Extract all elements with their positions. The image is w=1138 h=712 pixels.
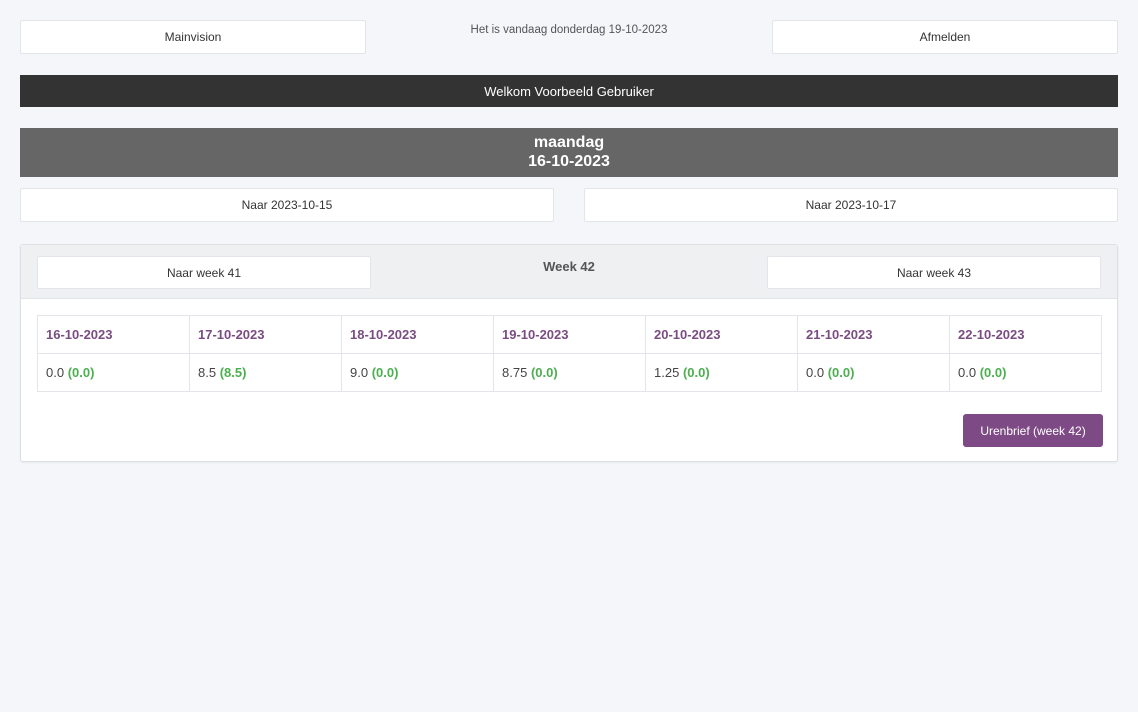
hours-cell: 0.0 (0.0) bbox=[37, 353, 190, 392]
hours-value: 1.25 bbox=[654, 365, 680, 380]
day-date-cell[interactable]: 20-10-2023 bbox=[645, 315, 798, 354]
day-date-cell[interactable]: 21-10-2023 bbox=[797, 315, 950, 354]
hours-value: 0.0 bbox=[958, 365, 977, 380]
next-week-button[interactable]: Naar week 43 bbox=[767, 256, 1101, 289]
today-text: Het is vandaag donderdag 19-10-2023 bbox=[470, 24, 668, 36]
day-date-cell[interactable]: 16-10-2023 bbox=[37, 315, 190, 354]
previous-week-button[interactable]: Naar week 41 bbox=[37, 256, 371, 289]
day-date: 16-10-2023 bbox=[528, 153, 610, 170]
day-date-cell[interactable]: 22-10-2023 bbox=[949, 315, 1102, 354]
logout-button[interactable]: Afmelden bbox=[772, 20, 1118, 54]
hours-value: 0.0 bbox=[46, 365, 65, 380]
hours-value: 9.0 bbox=[350, 365, 369, 380]
day-header: maandag 16-10-2023 bbox=[20, 128, 1118, 177]
hours-value: 8.75 bbox=[502, 365, 528, 380]
extra-hours-value: (0.0) bbox=[827, 365, 855, 380]
hours-value: 0.0 bbox=[806, 365, 825, 380]
hours-cell: 0.0 (0.0) bbox=[949, 353, 1102, 392]
week-panel-header: Naar week 41 Week 42 Naar week 43 bbox=[21, 245, 1117, 299]
week-hours-table: 16-10-2023 17-10-2023 18-10-2023 19-10-2… bbox=[37, 315, 1102, 392]
hours-cell: 8.5 (8.5) bbox=[189, 353, 342, 392]
next-day-button[interactable]: Naar 2023-10-17 bbox=[584, 188, 1118, 222]
extra-hours-value: (8.5) bbox=[219, 365, 247, 380]
timesheet-report-button[interactable]: Urenbrief (week 42) bbox=[963, 414, 1103, 447]
table-row: 0.0 (0.0) 8.5 (8.5) 9.0 (0.0) 8.75 (0.0)… bbox=[37, 353, 1102, 392]
welcome-banner: Welkom Voorbeeld Gebruiker bbox=[20, 75, 1118, 107]
extra-hours-value: (0.0) bbox=[67, 365, 95, 380]
hours-value: 8.5 bbox=[198, 365, 217, 380]
previous-day-button[interactable]: Naar 2023-10-15 bbox=[20, 188, 554, 222]
mainvision-button[interactable]: Mainvision bbox=[20, 20, 366, 54]
extra-hours-value: (0.0) bbox=[979, 365, 1007, 380]
hours-cell: 0.0 (0.0) bbox=[797, 353, 950, 392]
hours-cell: 1.25 (0.0) bbox=[645, 353, 798, 392]
day-date-cell[interactable]: 17-10-2023 bbox=[189, 315, 342, 354]
extra-hours-value: (0.0) bbox=[682, 365, 710, 380]
day-date-cell[interactable]: 19-10-2023 bbox=[493, 315, 646, 354]
hours-cell: 9.0 (0.0) bbox=[341, 353, 494, 392]
week-panel: Naar week 41 Week 42 Naar week 43 16-10-… bbox=[20, 244, 1118, 462]
day-weekday: maandag bbox=[533, 134, 605, 151]
day-date-cell[interactable]: 18-10-2023 bbox=[341, 315, 494, 354]
extra-hours-value: (0.0) bbox=[371, 365, 399, 380]
table-header-row: 16-10-2023 17-10-2023 18-10-2023 19-10-2… bbox=[37, 315, 1102, 354]
hours-cell: 8.75 (0.0) bbox=[493, 353, 646, 392]
week-title: Week 42 bbox=[543, 259, 595, 274]
extra-hours-value: (0.0) bbox=[530, 365, 558, 380]
